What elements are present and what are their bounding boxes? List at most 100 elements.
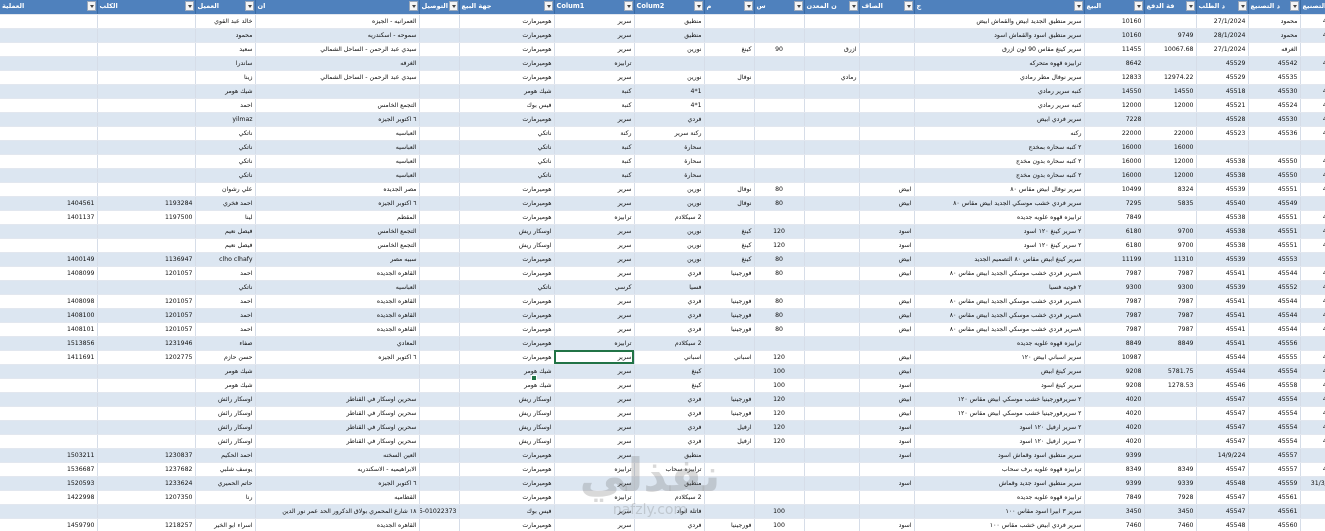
cell[interactable]: 45549 [1248, 196, 1301, 211]
cell[interactable] [804, 308, 860, 323]
cell[interactable]: 10160 [1084, 14, 1145, 29]
cell[interactable]: سحرين اوسكار في القناطر [255, 406, 420, 421]
cell[interactable] [0, 126, 98, 141]
cell[interactable] [704, 280, 755, 295]
cell[interactable]: 45556 [1300, 392, 1325, 407]
cell[interactable]: اوسكار رائش [195, 420, 256, 435]
cell[interactable] [1144, 448, 1197, 463]
cell[interactable]: 1230837 [97, 448, 196, 463]
cell[interactable]: سرير نوفال مطر رمادي [914, 70, 1085, 85]
cell[interactable]: 9700 [1144, 224, 1197, 239]
cell[interactable]: 120 [754, 406, 805, 421]
cell[interactable]: 45552 [1300, 168, 1325, 183]
cell[interactable]: سرير [554, 252, 635, 267]
cell[interactable]: صفاء [195, 336, 256, 351]
cell[interactable]: 45558 [1248, 378, 1301, 393]
cell[interactable]: ارفيل [704, 420, 755, 435]
cell[interactable]: 10499 [1084, 182, 1145, 197]
cell[interactable] [754, 28, 805, 43]
cell[interactable] [0, 70, 98, 85]
cell[interactable]: لينا [195, 210, 256, 225]
cell[interactable] [0, 224, 98, 239]
cell[interactable] [804, 224, 860, 239]
cell[interactable]: 9339 [1144, 476, 1197, 491]
cell[interactable]: ٢ فوتيه فسيا [914, 280, 1085, 295]
cell[interactable]: فورجينيا [704, 392, 755, 407]
cell[interactable]: فيصل نعيم [195, 238, 256, 253]
cell[interactable]: 16000 [1084, 140, 1145, 155]
cell[interactable] [0, 154, 98, 169]
cell[interactable] [804, 252, 860, 267]
cell[interactable]: القاهره الجديده [255, 322, 420, 337]
cell[interactable]: 1201057 [97, 294, 196, 309]
cell[interactable]: 45530 [1248, 84, 1301, 99]
cell[interactable]: 45546 [1196, 378, 1249, 393]
cell[interactable]: 45552 [1248, 280, 1301, 295]
cell[interactable]: 1408098 [0, 294, 98, 309]
cell[interactable]: 45547 [1196, 490, 1249, 505]
cell[interactable]: هوميرمارت [459, 266, 555, 281]
cell[interactable]: 45544 [1248, 322, 1301, 337]
cell[interactable]: 45559 [1248, 476, 1301, 491]
cell[interactable]: 45547 [1196, 434, 1249, 449]
cell[interactable]: سعيد [195, 42, 256, 57]
cell[interactable]: اوسكار ريش [459, 238, 555, 253]
cell[interactable]: 3450 [1084, 504, 1145, 519]
cell[interactable]: 9208 [1084, 378, 1145, 393]
cell[interactable]: سرير [554, 14, 635, 29]
cell[interactable]: اسود [859, 224, 915, 239]
cell[interactable] [0, 56, 98, 71]
cell[interactable] [0, 140, 98, 155]
cell[interactable]: 1136947 [97, 252, 196, 267]
cell[interactable]: 80 [754, 294, 805, 309]
cell[interactable]: 45541 [1196, 336, 1249, 351]
cell[interactable]: 45556 [1300, 364, 1325, 379]
cell[interactable] [704, 14, 755, 29]
column-header[interactable]: العملية [0, 0, 98, 15]
cell[interactable]: هوميرمارت [459, 462, 555, 477]
cell[interactable] [804, 476, 860, 491]
cell[interactable] [0, 238, 98, 253]
cell[interactable] [754, 56, 805, 71]
cell[interactable]: سحارة [634, 168, 705, 183]
cell[interactable]: ترابيزه [554, 490, 635, 505]
cell[interactable]: 45551 [1248, 238, 1301, 253]
cell[interactable] [859, 56, 915, 71]
filter-dropdown-icon[interactable] [448, 1, 458, 11]
cell[interactable] [704, 126, 755, 141]
cell[interactable] [97, 56, 196, 71]
cell[interactable] [419, 84, 460, 99]
cell[interactable]: ناتكي [459, 140, 555, 155]
cell[interactable]: 1*4 [634, 84, 705, 99]
filter-dropdown-icon[interactable] [1133, 1, 1143, 11]
cell[interactable]: 7849 [1084, 210, 1145, 225]
cell[interactable]: ابيض [859, 350, 915, 365]
cell[interactable] [754, 476, 805, 491]
cell[interactable]: ٢ سرير ارفيل ١٢٠ اسود [914, 434, 1085, 449]
cell[interactable]: كرسي [554, 280, 635, 295]
cell[interactable]: هوميرمارت [459, 112, 555, 127]
cell[interactable] [419, 322, 460, 337]
cell[interactable]: ترابيزه قهوه متحركه [914, 56, 1085, 71]
cell[interactable]: سرير فردي ابيض [914, 112, 1085, 127]
cell[interactable] [419, 476, 460, 491]
cell[interactable]: 120 [754, 238, 805, 253]
cell[interactable]: سرير فردي ابيض خشب مقاس ١٠٠ [914, 518, 1085, 531]
cell[interactable]: 45548 [1196, 476, 1249, 491]
cell[interactable]: 27/1/2024 [1196, 42, 1249, 57]
cell[interactable]: 8642 [1084, 56, 1145, 71]
cell[interactable]: 45554 [1248, 434, 1301, 449]
cell[interactable]: 14550 [1144, 84, 1197, 99]
cell[interactable] [97, 168, 196, 183]
cell[interactable]: ناتكي [459, 168, 555, 183]
cell[interactable] [0, 42, 98, 57]
cell[interactable]: فورجينيا [704, 308, 755, 323]
cell[interactable]: سرير [554, 476, 635, 491]
cell[interactable]: سحرين اوسكار في القناطر [255, 420, 420, 435]
cell[interactable]: 45544 [1196, 350, 1249, 365]
cell[interactable]: 45561 [1248, 504, 1301, 519]
cell[interactable]: 45561 [1248, 490, 1301, 505]
cell[interactable]: 9399 [1084, 448, 1145, 463]
cell[interactable]: 45539 [1196, 280, 1249, 295]
cell[interactable] [754, 154, 805, 169]
